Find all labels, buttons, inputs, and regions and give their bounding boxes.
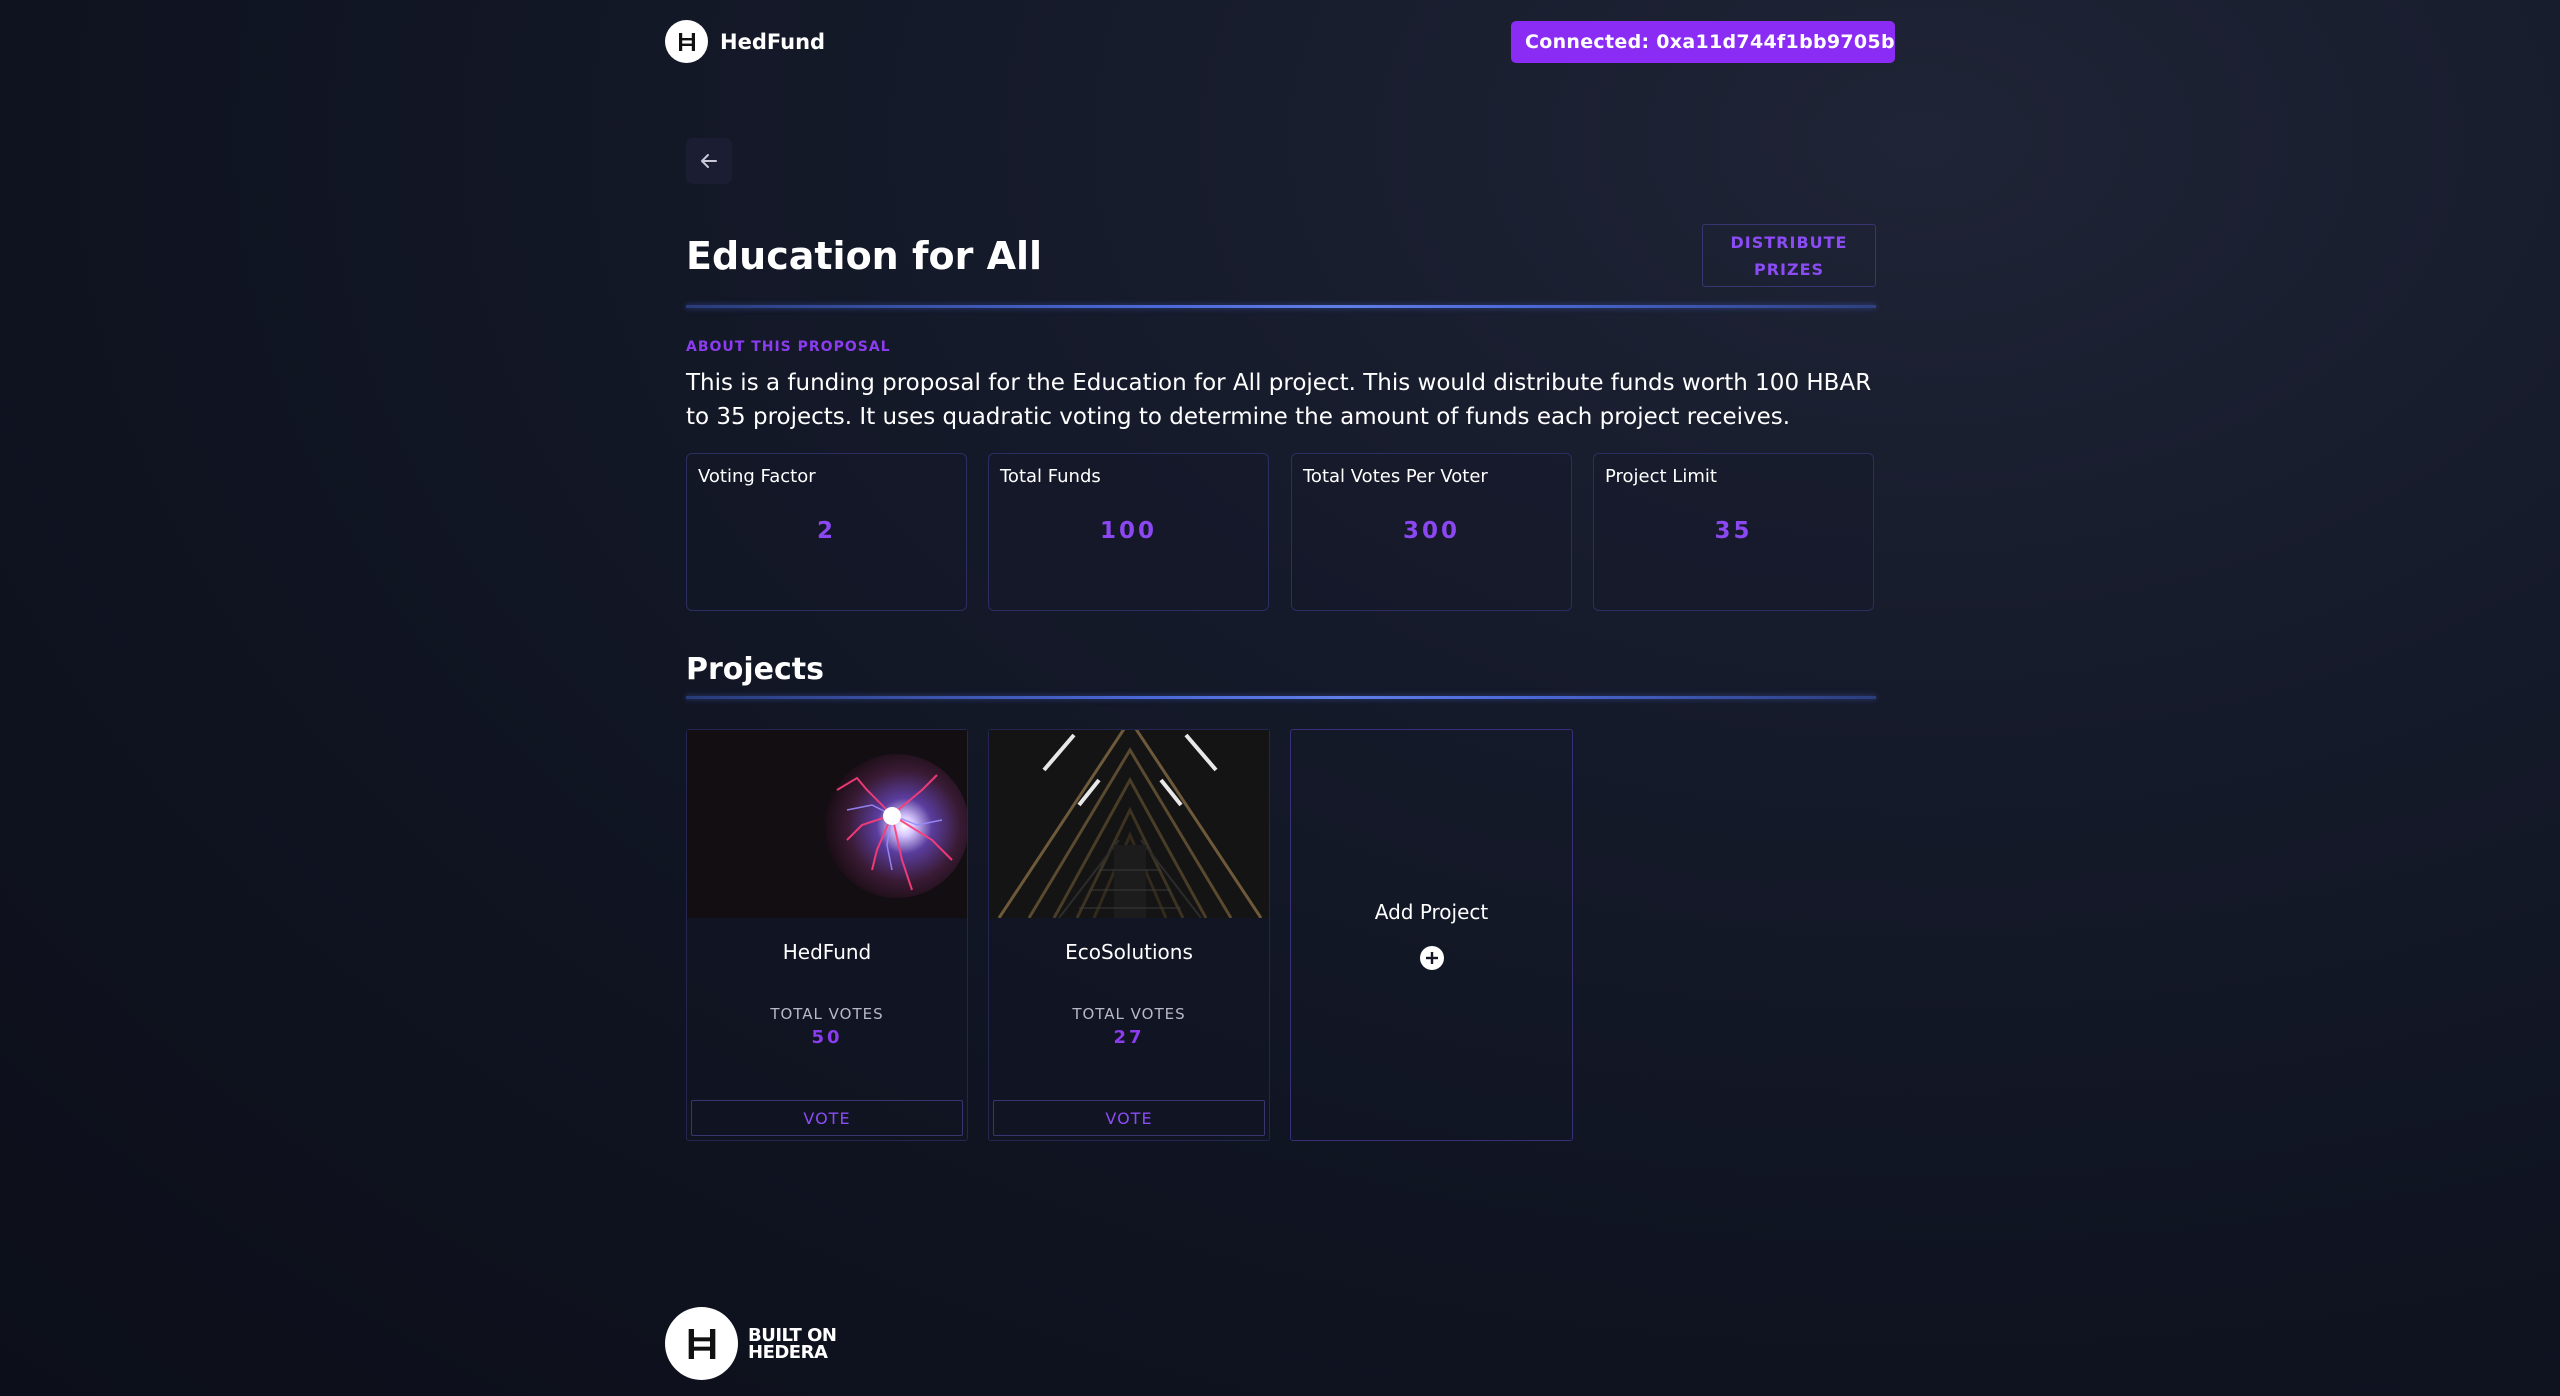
triangle-tunnel-image: [989, 730, 1269, 918]
plasma-ball-image: [687, 730, 967, 918]
proposal-description: This is a funding proposal for the Educa…: [686, 370, 1872, 430]
stat-label: Total Votes Per Voter: [1303, 466, 1488, 487]
projects-divider: [686, 696, 1876, 699]
stat-card-voting-factor: Voting Factor 2: [686, 453, 967, 611]
stat-label: Project Limit: [1605, 466, 1717, 487]
wallet-connected-button[interactable]: Connected: 0xa11d744f1bb9705b...: [1511, 21, 1895, 63]
brand-name: HedFund: [720, 29, 826, 54]
page-title: Education for All: [686, 234, 1043, 278]
distribute-prizes-button[interactable]: DISTRIBUTE PRIZES: [1702, 224, 1876, 287]
project-card-ecosolutions[interactable]: EcoSolutions TOTAL VOTES 27 VOTE: [988, 729, 1270, 1141]
hedera-logo-icon: [665, 20, 708, 63]
stat-value: 100: [1099, 518, 1157, 544]
plus-circle-icon[interactable]: [1420, 946, 1444, 970]
add-project-label: Add Project: [1374, 900, 1489, 924]
built-on-hedera-badge[interactable]: BUILT ON HEDERA: [665, 1307, 837, 1380]
votes-count: 50: [811, 1027, 843, 1048]
project-name: EcoSolutions: [1065, 940, 1193, 964]
hedera-logo-icon: [665, 1307, 738, 1380]
projects-heading: Projects: [686, 652, 825, 687]
stat-label: Voting Factor: [698, 466, 816, 487]
vote-button[interactable]: VOTE: [993, 1100, 1265, 1136]
project-card-hedfund[interactable]: HedFund TOTAL VOTES 50 VOTE: [686, 729, 968, 1141]
arrow-left-icon: [701, 154, 717, 168]
title-divider: [686, 305, 1876, 308]
stat-value: 300: [1402, 518, 1460, 544]
built-on-hedera-text: BUILT ON HEDERA: [748, 1324, 837, 1363]
votes-label: TOTAL VOTES: [1072, 1005, 1186, 1023]
distribute-label-line1: DISTRIBUTE: [1730, 232, 1848, 252]
add-project-card[interactable]: Add Project: [1290, 729, 1573, 1141]
stat-value: 2: [816, 518, 836, 544]
vote-button[interactable]: VOTE: [691, 1100, 963, 1136]
votes-count: 27: [1113, 1027, 1145, 1048]
about-label: ABOUT THIS PROPOSAL: [686, 339, 891, 355]
votes-label: TOTAL VOTES: [770, 1005, 884, 1023]
back-button[interactable]: [686, 138, 732, 184]
footer-line1: BUILT ON: [748, 1324, 837, 1346]
brand-logo[interactable]: HedFund: [665, 20, 825, 63]
stat-value: 35: [1714, 518, 1753, 544]
distribute-label-line2: PRIZES: [1753, 259, 1825, 279]
stat-card-total-votes-per-voter: Total Votes Per Voter 300: [1291, 453, 1572, 611]
footer-line2: HEDERA: [748, 1341, 828, 1363]
stat-card-total-funds: Total Funds 100: [988, 453, 1269, 611]
project-name: HedFund: [782, 940, 872, 964]
stat-card-project-limit: Project Limit 35: [1593, 453, 1874, 611]
stat-label: Total Funds: [1000, 466, 1101, 487]
page: HedFund Connected: 0xa11d744f1bb9705b...…: [0, 0, 2560, 1396]
